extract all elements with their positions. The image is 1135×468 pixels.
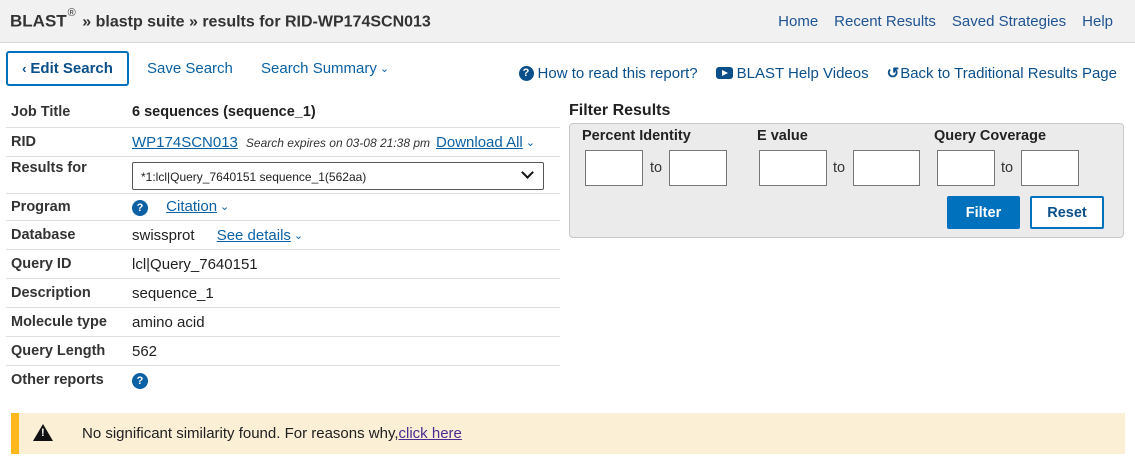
save-search-link[interactable]: Save Search (147, 60, 233, 77)
database-label: Database (11, 227, 76, 243)
click-here-link[interactable]: click here (399, 425, 462, 442)
chevron-down-icon: ⌄ (293, 230, 304, 242)
breadcrumb-separator: » (188, 13, 198, 31)
query-coverage-min-input[interactable] (937, 150, 995, 186)
results-for-label: Results for (11, 160, 87, 176)
nav-help-link[interactable]: Help (1082, 13, 1113, 30)
youtube-icon (715, 67, 733, 79)
program-value-group: ? Citation ⌄ (132, 198, 229, 216)
e-value-max-input[interactable] (853, 150, 920, 186)
database-value: swissprot (132, 227, 195, 244)
help-videos-label: BLAST Help Videos (736, 64, 869, 82)
back-traditional-link[interactable]: ↺ Back to Traditional Results Page (886, 64, 1117, 83)
edit-search-button[interactable]: ‹ Edit Search (6, 51, 129, 86)
other-reports-label: Other reports (11, 372, 104, 388)
registered-mark: ® (67, 7, 76, 19)
citation-label: Citation (166, 198, 218, 215)
database-value-group: swissprot See details ⌄ (132, 227, 303, 244)
percent-identity-max-input[interactable] (669, 150, 727, 186)
info-row-job-title: Job Title 6 sequences (sequence_1) (6, 98, 560, 128)
range-to-label: to (1001, 160, 1014, 176)
breadcrumb-separator: » (82, 13, 92, 31)
job-title-label: Job Title (11, 104, 71, 120)
alert-message: No significant similarity found. For rea… (82, 425, 462, 442)
info-row-description: Description sequence_1 (6, 279, 560, 308)
rid-expiry-note: Search expires on 03-08 21:38 pm (245, 136, 431, 150)
chevron-down-icon: ⌄ (525, 137, 535, 149)
chevron-left-icon: ‹ (22, 61, 27, 76)
query-length-value: 562 (132, 343, 158, 360)
filter-button[interactable]: Filter (947, 196, 1020, 229)
description-label: Description (11, 285, 91, 301)
report-help-links: ? How to read this report? BLAST Help Vi… (518, 64, 1117, 83)
alert-message-text: No significant similarity found. For rea… (82, 425, 399, 442)
query-coverage-label: Query Coverage (934, 128, 1047, 144)
breadcrumb-results: results for RID-WP174SCN013 (202, 13, 431, 31)
search-summary-dropdown[interactable]: Search Summary ⌄ (261, 60, 389, 77)
download-all-label: Download All (436, 134, 523, 151)
info-row-molecule-type: Molecule type amino acid (6, 308, 560, 337)
job-title-value: 6 sequences (sequence_1) (132, 104, 316, 120)
nav-home-link[interactable]: Home (778, 13, 818, 30)
warning-icon: ! (33, 424, 53, 441)
undo-arrow-icon: ↺ (886, 65, 900, 82)
chevron-down-icon (521, 166, 534, 179)
reset-button[interactable]: Reset (1030, 196, 1104, 229)
chevron-down-icon: ⌄ (379, 63, 390, 75)
query-id-value: lcl|Query_7640151 (132, 256, 258, 273)
query-coverage-max-input[interactable] (1021, 150, 1079, 186)
rid-value-group: WP174SCN013 Search expires on 03-08 21:38… (132, 134, 535, 151)
other-reports-value: ? (132, 371, 148, 389)
breadcrumb: BLAST® » blastp suite » results for RID-… (10, 7, 431, 31)
range-to-label: to (833, 160, 846, 176)
molecule-type-label: Molecule type (11, 314, 107, 330)
nav-recent-results-link[interactable]: Recent Results (834, 13, 936, 30)
query-id-label: Query ID (11, 256, 72, 272)
molecule-type-value: amino acid (132, 314, 205, 331)
back-traditional-label: Back to Traditional Results Page (900, 64, 1117, 82)
how-to-read-label: How to read this report? (537, 64, 698, 82)
filter-panel: Percent Identity E value Query Coverage … (569, 123, 1124, 238)
percent-identity-min-input[interactable] (585, 150, 643, 186)
rid-label: RID (11, 134, 36, 150)
search-summary-label: Search Summary (261, 60, 377, 77)
top-nav: Home Recent Results Saved Strategies Hel… (778, 13, 1113, 30)
e-value-label: E value (757, 128, 808, 144)
info-row-rid: RID WP174SCN013 Search expires on 03-08 2… (6, 128, 560, 157)
e-value-min-input[interactable] (759, 150, 827, 186)
info-row-query-length: Query Length 562 (6, 337, 560, 366)
description-value: sequence_1 (132, 285, 214, 302)
info-row-other-reports: Other reports ? (6, 366, 560, 395)
query-length-label: Query Length (11, 343, 106, 359)
download-all-dropdown[interactable]: Download All ⌄ (436, 134, 535, 151)
info-row-database: Database swissprot See details ⌄ (6, 221, 560, 250)
rid-link[interactable]: WP174SCN013 (132, 134, 238, 151)
see-details-label: See details (216, 227, 291, 244)
top-header: BLAST® » blastp suite » results for RID-… (0, 0, 1135, 43)
filter-results-title: Filter Results (569, 102, 671, 119)
job-info-table: Job Title 6 sequences (sequence_1) RID W… (6, 98, 560, 395)
nav-saved-strategies-link[interactable]: Saved Strategies (952, 13, 1066, 30)
info-row-query-id: Query ID lcl|Query_7640151 (6, 250, 560, 279)
results-for-selected: *1:lcl|Query_7640151 sequence_1(562aa) (141, 170, 367, 184)
blast-home-link[interactable]: BLAST (10, 11, 67, 30)
program-label: Program (11, 199, 71, 215)
question-circle-icon: ? (518, 65, 534, 81)
citation-dropdown[interactable]: Citation ⌄ (166, 198, 229, 215)
help-circle-icon[interactable]: ? (132, 200, 148, 216)
no-results-alert: ! No significant similarity found. For r… (11, 413, 1125, 454)
chevron-down-icon: ⌄ (220, 201, 230, 213)
how-to-read-link[interactable]: ? How to read this report? (518, 64, 698, 82)
breadcrumb-suite[interactable]: blastp suite (96, 13, 185, 30)
range-to-label: to (650, 160, 663, 176)
info-row-program: Program ? Citation ⌄ (6, 193, 560, 221)
results-for-select[interactable]: *1:lcl|Query_7640151 sequence_1(562aa) (132, 162, 544, 190)
percent-identity-label: Percent Identity (582, 128, 691, 144)
edit-search-label: Edit Search (30, 60, 113, 77)
help-circle-icon[interactable]: ? (132, 373, 148, 389)
see-details-dropdown[interactable]: See details ⌄ (217, 227, 303, 244)
help-videos-link[interactable]: BLAST Help Videos (715, 64, 869, 82)
